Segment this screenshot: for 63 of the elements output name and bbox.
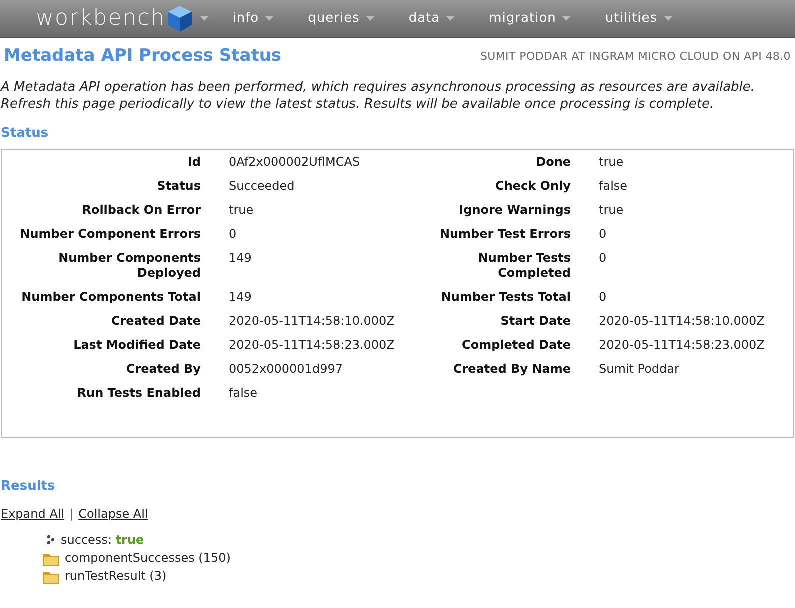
field-label: Number Tests Total <box>440 290 571 305</box>
caret-icon <box>366 16 375 21</box>
menu-item[interactable]: data <box>408 11 456 26</box>
field-label: Number Tests Completed <box>477 251 571 281</box>
section-heading: Status <box>1 126 50 141</box>
menu-item[interactable]: info <box>232 11 274 26</box>
field-value: false <box>599 179 629 194</box>
expand-all-link[interactable]: Expand All <box>1 507 65 521</box>
caret-icon <box>265 16 274 21</box>
field-value: Succeeded <box>229 179 296 194</box>
tree-item[interactable]: componentSuccesses (150) <box>65 549 231 567</box>
field-label: Number Test Errors <box>438 227 571 242</box>
field-label: Ignore Warnings <box>458 203 571 218</box>
caret-icon <box>446 16 456 21</box>
collapse-all-link[interactable]: Collapse All <box>78 507 148 521</box>
field-value: 0 <box>599 290 608 305</box>
field-value: 2020-05-11T14:58:23.000Z <box>599 338 766 353</box>
field-value: true <box>229 203 255 218</box>
field-value: 0Af2x000002UflMCAS <box>229 155 362 170</box>
field-label: Last Modified Date <box>72 338 201 353</box>
caret-icon <box>200 16 209 21</box>
tree-item: success: true <box>61 532 144 549</box>
field-label: Done <box>535 155 571 170</box>
field-value: 2020-05-11T14:58:10.000Z <box>599 314 766 329</box>
field-value: true <box>599 203 625 218</box>
user-info: SUMIT PODDAR AT INGRAM MICRO CLOUD ON API 48.0 <box>480 50 791 62</box>
menu-item[interactable]: queries <box>308 11 375 26</box>
field-value: 0 <box>229 227 238 242</box>
section-heading: Results <box>1 479 56 494</box>
intro-text: A Metadata API operation has been performed, which requires asynchronous processing as resources are available. Refresh this page periodically to view the latest status. Results will be available once processing is complete. <box>1 79 756 113</box>
field-label: Start Date <box>500 314 571 329</box>
field-value: 0 <box>599 251 608 267</box>
field-label: Status <box>156 179 201 194</box>
separator: | <box>70 507 74 521</box>
field-label: Number Components Total <box>20 290 201 305</box>
field-label: Created By Name <box>452 362 571 377</box>
field-value: false <box>229 386 259 401</box>
page-title: Metadata API Process Status <box>4 46 282 66</box>
field-label: Id <box>186 155 201 170</box>
field-label: Completed Date <box>461 338 571 353</box>
logo[interactable]: workbench <box>36 4 209 32</box>
field-label: Number Component Errors <box>19 227 201 242</box>
field-value: 0052x000001d997 <box>229 362 344 377</box>
caret-icon <box>562 16 572 21</box>
field-value: 2020-05-11T14:58:23.000Z <box>229 338 396 353</box>
field-label: Rollback On Error <box>81 203 201 218</box>
field-label: Number Components Deployed <box>58 251 201 281</box>
field-value: 0 <box>599 227 608 242</box>
menu-item[interactable]: migration <box>489 11 572 26</box>
field-label: Created By <box>125 362 201 377</box>
field-value: 149 <box>229 251 253 267</box>
field-value: Sumit Poddar <box>599 362 680 377</box>
field-value: 2020-05-11T14:58:10.000Z <box>229 314 396 329</box>
field-value: 149 <box>229 290 253 305</box>
field-value: true <box>599 155 625 170</box>
tree-item[interactable]: runTestResult (3) <box>65 567 167 585</box>
bullet-icon <box>47 535 55 545</box>
cube-icon <box>166 4 194 32</box>
menu-item[interactable]: utilities <box>605 11 673 26</box>
field-label: Created Date <box>110 314 201 329</box>
field-label: Check Only <box>494 179 571 194</box>
field-label: Run Tests Enabled <box>76 386 201 401</box>
caret-icon <box>664 16 673 21</box>
